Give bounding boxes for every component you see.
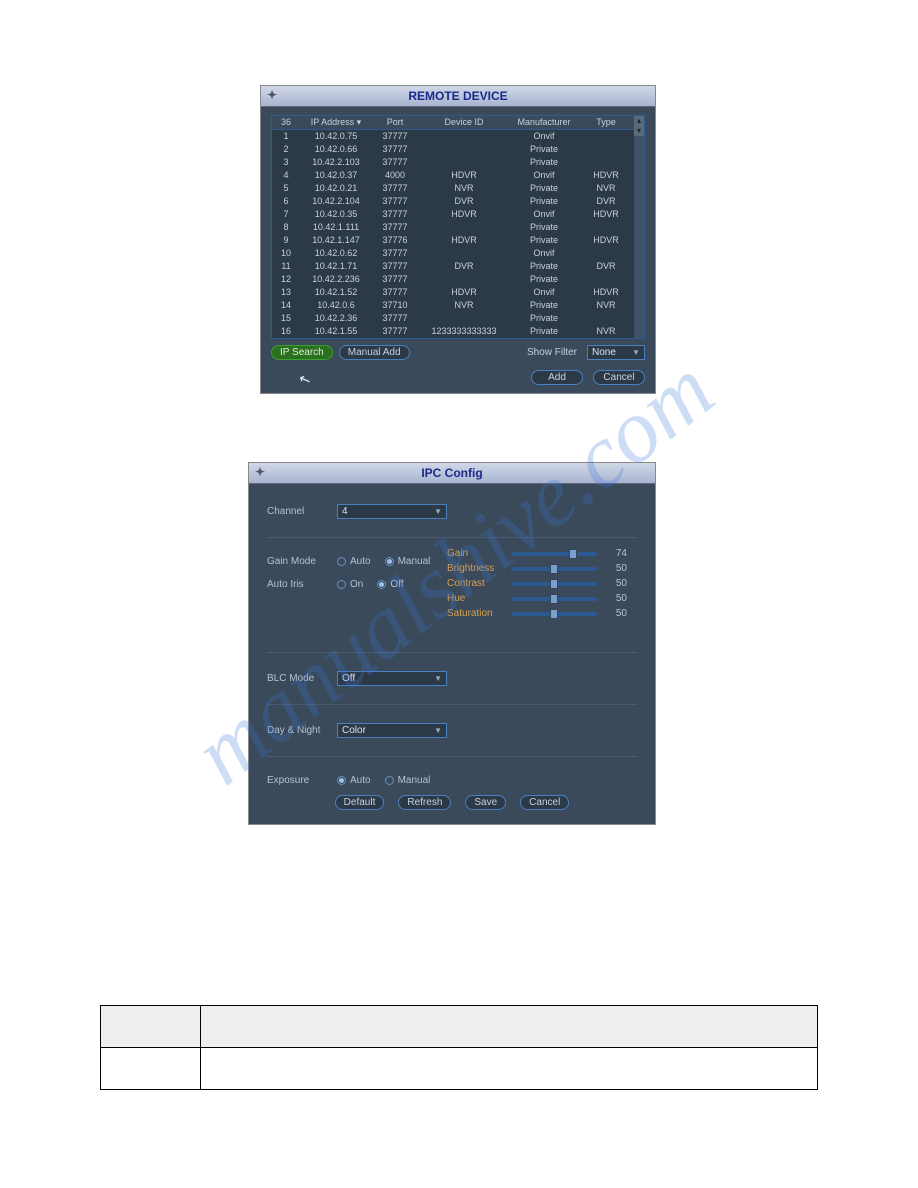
globe-icon: ✦ [267, 88, 277, 102]
device-table: 36 IP Address ▾ Port Device ID Manufactu… [271, 115, 645, 339]
gain-manual-radio[interactable]: Manual [385, 556, 431, 567]
table-row[interactable]: 1110.42.1.7137777DVRPrivateDVR [272, 260, 634, 273]
slider-label: Contrast [447, 578, 503, 589]
divider [267, 704, 637, 705]
slider-row: Contrast 50 [447, 578, 627, 589]
contrast-slider[interactable] [511, 582, 597, 586]
scroll-up-icon[interactable]: ▴ [634, 116, 644, 126]
saturation-slider[interactable] [511, 612, 597, 616]
slider-label: Hue [447, 593, 503, 604]
remote-title: REMOTE DEVICE [408, 89, 507, 103]
exposure-auto-radio[interactable]: Auto [337, 775, 371, 786]
chevron-down-icon: ▼ [434, 726, 442, 735]
table-row[interactable]: 1310.42.1.5237777HDVROnvifHDVR [272, 286, 634, 299]
col-ip[interactable]: IP Address ▾ [300, 116, 372, 129]
ip-search-button[interactable]: IP Search [271, 345, 333, 360]
slider-value: 50 [605, 563, 627, 574]
divider [267, 652, 637, 653]
day-night-label: Day & Night [267, 725, 337, 736]
table-row[interactable]: 1510.42.2.3637777Private [272, 312, 634, 325]
slider-value: 50 [605, 593, 627, 604]
table-row[interactable]: 310.42.2.10337777Private [272, 156, 634, 169]
day-night-select[interactable]: Color ▼ [337, 723, 447, 738]
table-row[interactable]: 610.42.2.10437777DVRPrivateDVR [272, 195, 634, 208]
table-header: 36 IP Address ▾ Port Device ID Manufactu… [272, 116, 634, 130]
ipc-config-dialog: ✦ IPC Config Channel 4 ▼ Gain Mode Auto … [248, 462, 656, 825]
exposure-manual-radio[interactable]: Manual [385, 775, 431, 786]
hue-slider[interactable] [511, 597, 597, 601]
slider-row: Saturation 50 [447, 608, 627, 619]
show-filter-label: Show Filter [527, 347, 577, 358]
ipc-title: IPC Config [421, 466, 482, 480]
blc-mode-select[interactable]: Off ▼ [337, 671, 447, 686]
iris-on-radio[interactable]: On [337, 579, 363, 590]
slider-value: 50 [605, 578, 627, 589]
col-type[interactable]: Type [578, 116, 634, 129]
table-row[interactable]: 410.42.0.374000HDVROnvifHDVR [272, 169, 634, 182]
table-row[interactable]: 1410.42.0.637710NVRPrivateNVR [272, 299, 634, 312]
col-port[interactable]: Port [372, 116, 418, 129]
slider-row: Gain 74 [447, 548, 627, 559]
chevron-down-icon: ▼ [434, 507, 442, 516]
chevron-down-icon: ▼ [632, 348, 640, 357]
add-button[interactable]: Add [531, 370, 583, 385]
col-manufacturer[interactable]: Manufacturer [510, 116, 578, 129]
chevron-down-icon: ▼ [434, 674, 442, 683]
slider-value: 50 [605, 608, 627, 619]
ipc-titlebar: ✦ IPC Config [249, 463, 655, 484]
col-count[interactable]: 36 [272, 116, 300, 129]
table-row[interactable]: 210.42.0.6637777Private [272, 143, 634, 156]
table-row[interactable]: 910.42.1.14737776HDVRPrivateHDVR [272, 234, 634, 247]
slider-label: Saturation [447, 608, 503, 619]
brightness-slider[interactable] [511, 567, 597, 571]
channel-select[interactable]: 4 ▼ [337, 504, 447, 519]
divider [267, 756, 637, 757]
col-device-id[interactable]: Device ID [418, 116, 510, 129]
auto-iris-label: Auto Iris [267, 579, 337, 590]
show-filter-select[interactable]: None ▼ [587, 345, 645, 360]
refresh-button[interactable]: Refresh [398, 795, 451, 810]
table-row[interactable]: 710.42.0.3537777HDVROnvifHDVR [272, 208, 634, 221]
scroll-down-icon[interactable]: ▾ [634, 126, 644, 136]
default-button[interactable]: Default [335, 795, 385, 810]
gain-mode-label: Gain Mode [267, 556, 337, 567]
slider-label: Brightness [447, 563, 503, 574]
table-row[interactable]: 1010.42.0.6237777Onvif [272, 247, 634, 260]
camera-icon: ✦ [255, 465, 265, 479]
gain-auto-radio[interactable]: Auto [337, 556, 371, 567]
iris-off-radio[interactable]: Off [377, 579, 403, 590]
table-row[interactable]: 1210.42.2.23637777Private [272, 273, 634, 286]
table-row[interactable]: 510.42.0.2137777NVRPrivateNVR [272, 182, 634, 195]
page-info-table [100, 1005, 818, 1090]
manual-add-button[interactable]: Manual Add [339, 345, 410, 360]
slider-label: Gain [447, 548, 503, 559]
table-row[interactable]: 1610.42.1.55377771233333333333PrivateNVR [272, 325, 634, 338]
remote-titlebar: ✦ REMOTE DEVICE [261, 86, 655, 107]
save-button[interactable]: Save [465, 795, 506, 810]
table-row[interactable]: 810.42.1.11137777Private [272, 221, 634, 234]
exposure-label: Exposure [267, 775, 337, 786]
slider-row: Brightness 50 [447, 563, 627, 574]
ipc-cancel-button[interactable]: Cancel [520, 795, 569, 810]
table-scrollbar[interactable]: ▴ ▾ [634, 116, 644, 338]
remote-cancel-button[interactable]: Cancel [593, 370, 645, 385]
gain-slider[interactable] [511, 552, 597, 556]
divider [267, 537, 637, 538]
remote-device-dialog: ✦ REMOTE DEVICE 36 IP Address ▾ Port Dev… [260, 85, 656, 394]
table-row[interactable]: 110.42.0.7537777Onvif [272, 130, 634, 143]
slider-row: Hue 50 [447, 593, 627, 604]
slider-value: 74 [605, 548, 627, 559]
channel-label: Channel [267, 506, 337, 517]
blc-mode-label: BLC Mode [267, 673, 337, 684]
